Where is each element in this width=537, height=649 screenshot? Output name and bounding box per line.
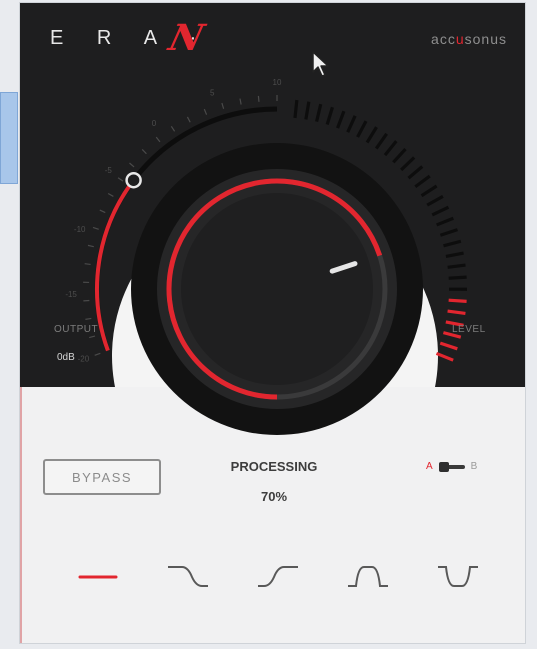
level-meter-segment: [420, 184, 438, 198]
level-meter-segment: [426, 194, 444, 207]
level-meter-segment: [436, 216, 454, 227]
level-meter-segment: [356, 120, 368, 138]
output-scale-tick: [107, 192, 114, 197]
output-scale-label: 10: [273, 78, 282, 87]
level-meter-segment: [447, 309, 466, 315]
level-meter-segment: [383, 140, 398, 157]
level-meter-segment: [431, 205, 450, 217]
ab-switch-b-label: B: [470, 461, 478, 472]
processing-label: PROCESSING: [230, 459, 318, 474]
output-scale-tick: [84, 263, 91, 266]
level-meter-segment: [336, 110, 346, 129]
output-scale-tick: [129, 162, 135, 168]
output-scale-tick: [117, 177, 124, 182]
flat-shape-button[interactable]: [74, 559, 122, 593]
maker-logo-right: sonus: [464, 31, 507, 47]
level-meter-segment: [439, 228, 458, 237]
level-meter-segment: [407, 165, 424, 180]
output-scale-tick: [85, 317, 92, 320]
output-scale-tick: [170, 125, 176, 132]
level-meter-segment: [443, 239, 462, 248]
output-scale-tick: [87, 244, 94, 248]
level-label: LEVEL: [452, 324, 486, 335]
output-label: OUTPUT: [54, 324, 99, 335]
ab-switch-track[interactable]: [438, 461, 465, 472]
output-scale-tick: [203, 108, 208, 115]
notch-button[interactable]: [434, 559, 482, 593]
level-meter-segment: [365, 126, 378, 144]
output-handle[interactable]: [125, 171, 142, 189]
level-meter-segment: [400, 156, 416, 172]
output-scale-tick: [99, 209, 106, 214]
level-meter-segment: [445, 251, 464, 259]
output-scale-tick: [94, 352, 101, 356]
level-meter-segment: [346, 115, 357, 133]
processing-value: 70%: [260, 489, 288, 504]
low-cut-button[interactable]: [254, 559, 302, 593]
maker-logo-mark: u: [455, 31, 465, 47]
level-meter-segment: [325, 106, 334, 125]
output-scale-tick: [89, 335, 96, 339]
era-plugin-window: -20 -15 -10 -5 0 5 10 E R A · N accusonus OUTP…: [20, 3, 525, 643]
maker-logo: accusonus: [431, 31, 507, 47]
notch-icon: [438, 566, 478, 587]
ab-switch-a-label: A: [426, 461, 433, 472]
low-cut-icon: [258, 566, 298, 587]
output-scale-label: 0: [152, 119, 157, 128]
output-scale-tick: [221, 102, 225, 109]
level-meter-segment: [315, 103, 323, 122]
output-scale-tick: [141, 149, 147, 155]
output-scale-label: -20: [78, 355, 90, 364]
level-meter-segment: [447, 263, 466, 269]
output-value[interactable]: 0dB: [57, 352, 75, 363]
high-cut-button[interactable]: [164, 559, 212, 593]
level-meter-segment: [414, 174, 431, 189]
level-meter-segment: [392, 147, 407, 164]
output-scale-label: -10: [74, 225, 86, 234]
level-meter-segment: [374, 132, 388, 150]
output-scale-label: -5: [105, 166, 113, 175]
ab-switch[interactable]: A B: [426, 461, 477, 472]
maker-logo-left: acc: [431, 31, 456, 47]
output-scale-tick: [239, 98, 242, 105]
level-meter-segment: [293, 99, 299, 119]
window-edge-tab: [0, 92, 18, 184]
output-scale-label: -15: [65, 290, 77, 299]
output-scale-tick: [92, 226, 99, 230]
level-meter-segment: [448, 298, 467, 303]
band-pass-button[interactable]: [344, 559, 392, 593]
output-scale-tick: [257, 95, 260, 102]
output-scale-tick: [155, 136, 161, 143]
bypass-button[interactable]: BYPASS: [43, 459, 161, 495]
knob-face[interactable]: [181, 193, 373, 385]
mouse-pointer-icon: [312, 51, 329, 77]
output-scale-tick: [186, 116, 191, 123]
output-scale-label: 5: [210, 89, 215, 98]
level-meter-segment: [304, 101, 311, 120]
level-meter-segment: [439, 341, 458, 351]
ab-switch-thumb[interactable]: [438, 461, 449, 472]
level-meter-segment: [448, 275, 467, 280]
high-cut-icon: [168, 566, 208, 587]
level-meter-segment: [435, 351, 454, 362]
band-pass-icon: [348, 566, 388, 587]
dial-graphics: -20 -15 -10 -5 0 5 10: [65, 78, 468, 435]
